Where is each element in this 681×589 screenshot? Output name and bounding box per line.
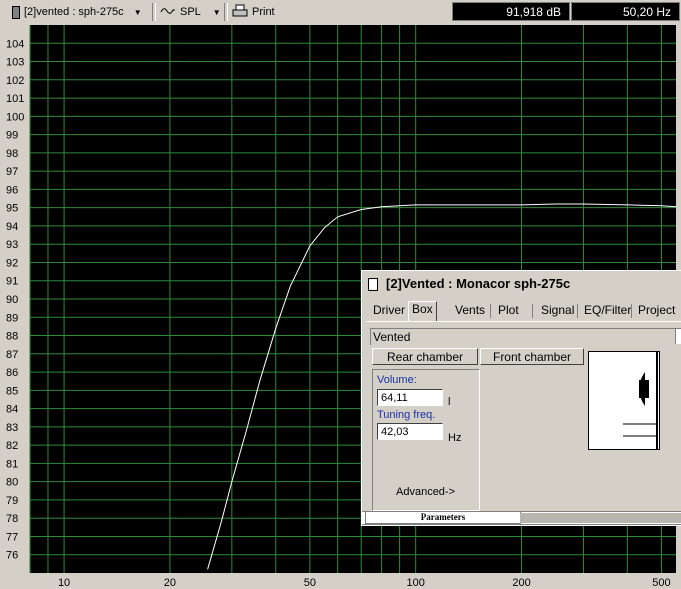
print-button[interactable]: Print [232,3,275,21]
advanced-link[interactable]: Advanced-> [396,486,455,498]
y-tick-label: 79 [6,495,18,507]
waveform-icon [160,6,176,19]
db-readout: 91,918 dB [452,2,570,21]
y-tick-label: 77 [6,531,18,543]
box-type-value: Vented [373,330,411,344]
box-type-select[interactable]: Vented [370,328,681,345]
toolbar: [2]vented : sph-275c ▼ SPL ▼ Print 91,91… [0,0,681,25]
x-tick-label: 10 [58,577,70,589]
y-tick-label: 98 [6,148,18,160]
tab-vents[interactable]: Vents [452,303,488,320]
y-tick-label: 87 [6,349,18,361]
y-tick-label: 97 [6,166,18,178]
y-tick-label: 102 [6,75,24,87]
tab-eq-filter[interactable]: EQ/Filter [581,303,634,320]
y-tick-label: 82 [6,440,18,452]
dialog-title: [2]Vented : Monacor sph-275c [386,276,571,291]
y-tick-label: 83 [6,422,18,434]
y-tick-label: 78 [6,513,18,525]
tuning-label: Tuning freq. [377,409,436,421]
x-tick-label: 200 [512,577,530,589]
y-tick-label: 86 [6,367,18,379]
box-type-dropdown-button[interactable] [675,329,681,344]
box-dialog[interactable]: [2]Vented : Monacor sph-275c Driver Box … [361,270,681,526]
tab-box[interactable]: Box [408,301,437,321]
status-bar-fill [520,513,681,523]
tuning-unit: Hz [448,432,462,444]
hz-readout: 50,20 Hz [571,2,680,21]
tab-plot[interactable]: Plot [495,303,522,320]
y-tick-label: 91 [6,276,18,288]
y-tick-label: 81 [6,458,18,470]
y-tick-label: 85 [6,385,18,397]
print-label: Print [252,6,275,18]
dialog-status-bar: Parameters [362,511,681,524]
y-tick-label: 76 [6,550,18,562]
project-selector-label: [2]vented : sph-275c [24,6,124,18]
dropdown-arrow-icon[interactable]: ▼ [213,8,221,17]
x-tick-label: 50 [304,577,316,589]
y-tick-label: 99 [6,130,18,142]
y-tick-label: 92 [6,257,18,269]
y-tick-label: 95 [6,203,18,215]
y-tick-label: 93 [6,239,18,251]
volume-unit: l [448,396,451,408]
y-tick-label: 104 [6,38,24,50]
mode-selector-label: SPL [180,6,201,18]
tab-project[interactable]: Project [635,303,678,320]
volume-input[interactable]: 64,11 [377,389,443,406]
x-tick-label: 100 [407,577,425,589]
front-chamber-button[interactable]: Front chamber [480,348,584,365]
y-tick-label: 89 [6,312,18,324]
tab-divider [631,304,632,318]
enclosure-drawing [623,352,658,449]
project-selector[interactable]: [2]vented : sph-275c ▼ [12,3,142,21]
tab-divider [577,304,578,318]
x-tick-label: 500 [652,577,670,589]
y-tick-label: 90 [6,294,18,306]
x-tick-label: 20 [164,577,176,589]
y-tick-label: 96 [6,184,18,196]
printer-icon [232,4,248,21]
y-tick-label: 80 [6,477,18,489]
speaker-icon [12,5,20,19]
y-tick-label: 100 [6,111,24,123]
toolbar-separator [224,3,228,21]
y-tick-label: 94 [6,221,18,233]
tab-divider [532,304,533,318]
tuning-input[interactable]: 42,03 [377,423,443,440]
window-icon [368,278,378,291]
box-diagram-icon [588,351,660,450]
dropdown-arrow-icon[interactable]: ▼ [134,8,142,17]
y-tick-label: 103 [6,57,24,69]
y-tick-label: 88 [6,331,18,343]
tab-bar: Driver Box Vents Plot Signal EQ/Filter P… [366,301,681,322]
mode-selector[interactable]: SPL ▼ [160,3,221,21]
volume-label: Volume: [377,374,417,386]
y-tick-label: 101 [6,93,24,105]
dialog-titlebar[interactable]: [2]Vented : Monacor sph-275c [362,271,681,297]
tab-driver[interactable]: Driver [370,303,408,320]
tab-signal[interactable]: Signal [538,303,577,320]
tab-divider [490,304,491,318]
rear-chamber-button[interactable]: Rear chamber [372,348,478,365]
parameters-tab[interactable]: Parameters [365,512,521,524]
toolbar-separator [152,3,156,21]
y-tick-label: 84 [6,404,18,416]
